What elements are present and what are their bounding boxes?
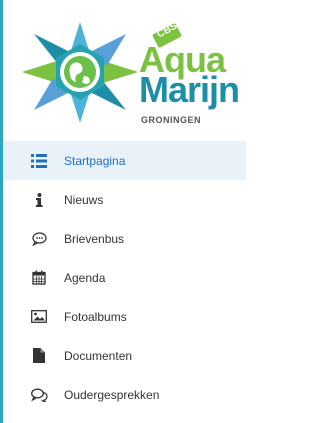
menu-item-brievenbus[interactable]: Brievenbus: [3, 219, 246, 258]
sidebar-menu: Startpagina Nieuws Brievenbus Agenda Fot…: [3, 141, 246, 414]
menu-label: Fotoalbums: [64, 309, 127, 324]
picture-icon: [30, 308, 48, 326]
calendar-icon: [30, 269, 48, 287]
menu-label: Nieuws: [64, 192, 104, 207]
menu-item-documenten[interactable]: Documenten: [3, 336, 246, 375]
chat-bubble-icon: [30, 230, 48, 248]
menu-label: Documenten: [64, 348, 133, 363]
globe-star-logo-icon: [22, 22, 138, 123]
brand-wordmark: CBS Aqua Marijn GRONINGEN: [139, 21, 246, 125]
menu-item-fotoalbums[interactable]: Fotoalbums: [3, 297, 246, 336]
menu-label: Startpagina: [64, 153, 126, 168]
list-icon: [30, 152, 48, 170]
document-icon: [30, 347, 48, 365]
brand-line-groningen: GRONINGEN: [141, 115, 202, 125]
info-icon: [30, 191, 48, 209]
menu-label: Oudergesprekken: [64, 387, 160, 402]
conversation-icon: [30, 386, 48, 404]
menu-item-oudergesprekken[interactable]: Oudergesprekken: [3, 375, 246, 414]
menu-item-startpagina[interactable]: Startpagina: [3, 141, 246, 180]
menu-label: Brievenbus: [64, 231, 125, 246]
menu-item-agenda[interactable]: Agenda: [3, 258, 246, 297]
menu-item-nieuws[interactable]: Nieuws: [3, 180, 246, 219]
brand-line-marijn: Marijn: [139, 69, 240, 110]
menu-label: Agenda: [64, 270, 106, 285]
